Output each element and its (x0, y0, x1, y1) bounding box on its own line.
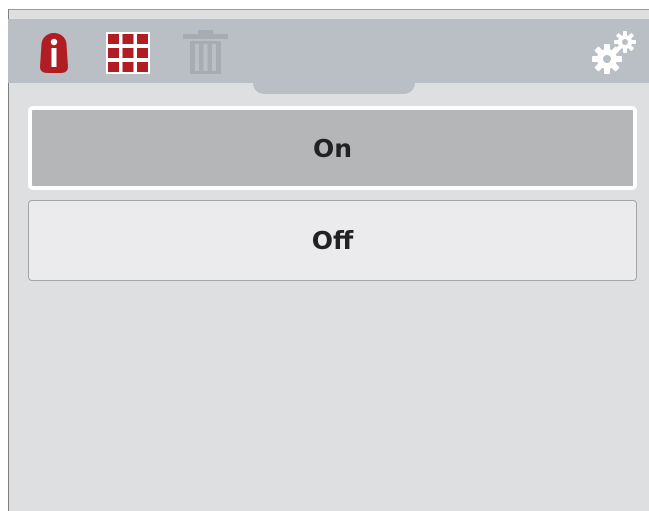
toolbar (8, 19, 649, 83)
trash-icon[interactable] (183, 30, 228, 74)
on-option-label: On (312, 133, 353, 163)
off-option-button[interactable]: Off (28, 200, 637, 281)
off-option-label: Off (311, 226, 354, 255)
info-icon[interactable] (38, 32, 70, 74)
toolbar-pull-tab[interactable] (253, 83, 415, 94)
on-option-button[interactable]: On (28, 106, 637, 190)
grid-icon[interactable] (106, 32, 150, 74)
gears-icon[interactable] (590, 30, 638, 74)
